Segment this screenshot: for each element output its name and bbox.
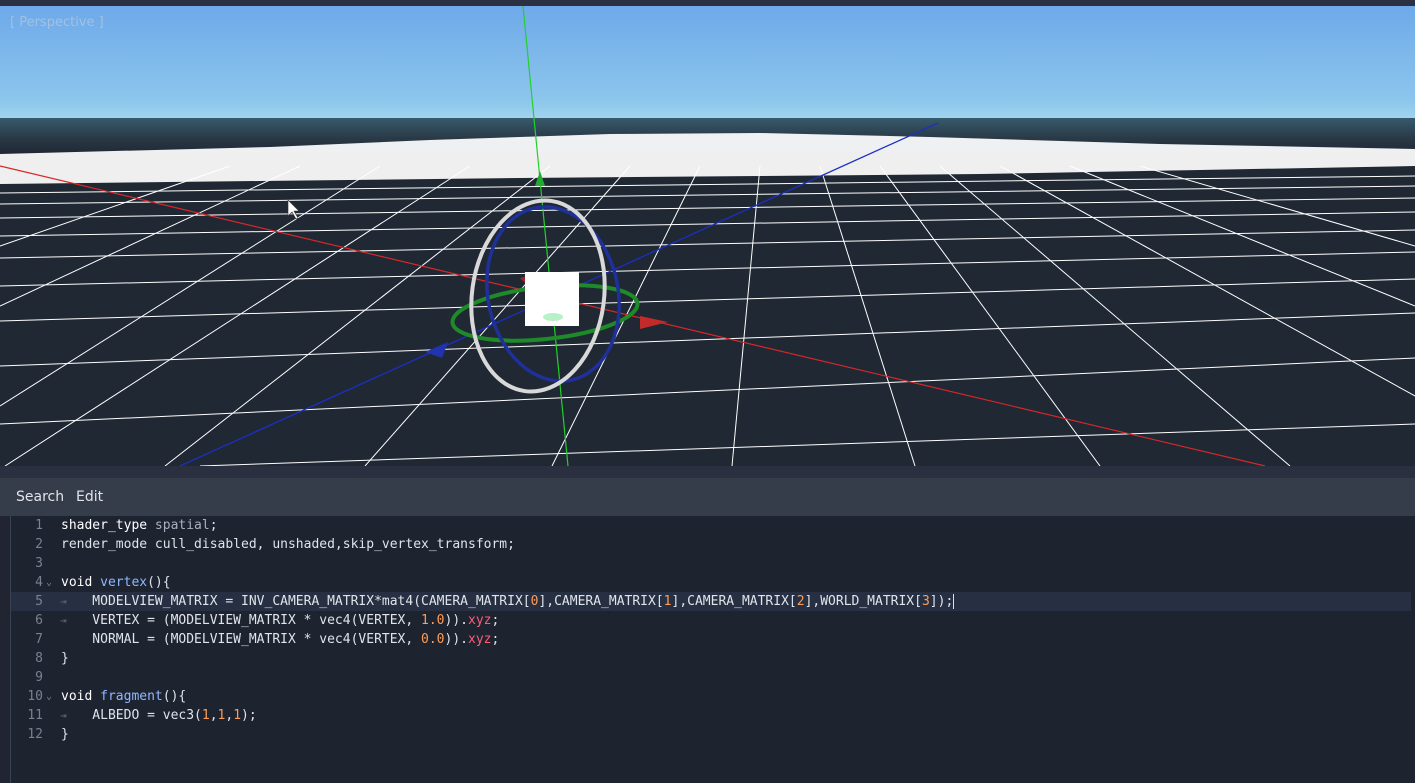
- code-token: fragment: [100, 689, 163, 704]
- code-token: ;: [491, 613, 500, 628]
- sky: [0, 6, 1415, 124]
- code-text[interactable]: }: [61, 649, 69, 668]
- code-token: NORMAL = (MODELVIEW_MATRIX * vec4(VERTEX…: [61, 632, 422, 647]
- code-text[interactable]: shader_type spatial;: [61, 516, 218, 535]
- code-token: ;: [209, 518, 218, 533]
- code-line[interactable]: 1 shader_type spatial;: [11, 516, 1411, 535]
- code-line[interactable]: 4 ⌄ void vertex(){: [11, 573, 1411, 592]
- 3d-viewport[interactable]: [ Perspective ]: [0, 6, 1415, 466]
- code-token: shader_type: [61, 518, 155, 533]
- shader-editor-menubar: Search Edit: [0, 478, 1415, 516]
- code-token: ALBEDO = vec3(: [61, 708, 202, 723]
- code-token: ],CAMERA_MATRIX[: [538, 594, 664, 609]
- code-text[interactable]: void vertex(){: [61, 573, 171, 592]
- line-number: 2: [35, 537, 43, 552]
- code-token: )).: [444, 613, 468, 628]
- code-line[interactable]: 3: [11, 554, 1411, 573]
- line-number: 3: [35, 556, 43, 571]
- code-text[interactable]: ALBEDO = vec3(1,1,1);: [61, 706, 257, 725]
- code-token: MODELVIEW_MATRIX = INV_CAMERA_MATRIX*mat…: [61, 594, 531, 609]
- code-token: void: [61, 575, 101, 590]
- code-text[interactable]: NORMAL = (MODELVIEW_MATRIX * vec4(VERTEX…: [61, 630, 499, 649]
- code-token: vertex: [100, 575, 148, 590]
- code-token: void: [61, 689, 101, 704]
- code-token: )).: [444, 632, 468, 647]
- fold-arrow-icon[interactable]: ⌄: [46, 573, 52, 592]
- line-number: 10: [27, 689, 43, 704]
- code-token: }: [61, 727, 69, 742]
- code-text[interactable]: }: [61, 725, 69, 744]
- code-token: ],CAMERA_MATRIX[: [671, 594, 797, 609]
- code-line[interactable]: 6 ⇥ VERTEX = (MODELVIEW_MATRIX * vec4(VER…: [11, 611, 1411, 630]
- code-token: ],WORLD_MATRIX[: [804, 594, 922, 609]
- code-token: (){: [147, 575, 171, 590]
- viewport-scene[interactable]: [0, 6, 1415, 466]
- code-line[interactable]: 7 NORMAL = (MODELVIEW_MATRIX * vec4(VERT…: [11, 630, 1411, 649]
- line-number: 12: [27, 727, 43, 742]
- code-line[interactable]: 8}: [11, 649, 1411, 668]
- panel-splitter[interactable]: [0, 466, 1415, 478]
- line-number: 5: [35, 594, 43, 609]
- code-token: 3: [921, 594, 930, 609]
- code-line[interactable]: 12}: [11, 725, 1411, 744]
- code-token: 0.0: [421, 632, 445, 647]
- code-token: spatial: [154, 518, 210, 533]
- code-text[interactable]: render_mode cull_disabled, unshaded,skip…: [61, 535, 515, 554]
- code-token: (){: [162, 689, 187, 704]
- code-token: 1: [233, 708, 242, 723]
- floor: [0, 152, 1415, 466]
- line-number: 4: [35, 575, 43, 590]
- menu-edit[interactable]: Edit: [76, 489, 103, 505]
- line-number: 8: [35, 651, 43, 666]
- code-text[interactable]: VERTEX = (MODELVIEW_MATRIX * vec4(VERTEX…: [61, 611, 499, 630]
- viewport-perspective-label[interactable]: [ Perspective ]: [10, 15, 104, 30]
- code-token: 1: [201, 708, 210, 723]
- code-token: ]);: [929, 594, 954, 609]
- code-line[interactable]: 11 ⇥ ALBEDO = vec3(1,1,1);: [11, 706, 1411, 725]
- cube-pivot-marker: [543, 313, 563, 321]
- code-token: }: [61, 651, 69, 666]
- code-line[interactable]: 9: [11, 668, 1411, 687]
- menu-search[interactable]: Search: [16, 489, 64, 505]
- code-token: 2: [796, 594, 805, 609]
- code-line[interactable]: 2 render_mode cull_disabled, unshaded,ski…: [11, 535, 1411, 554]
- code-token: xyz: [468, 613, 492, 628]
- line-number: 6: [35, 613, 43, 628]
- code-token: );: [241, 708, 257, 723]
- code-token: xyz: [468, 632, 492, 647]
- code-line[interactable]: 10 ⌄ void fragment(){: [11, 687, 1411, 706]
- line-number: 9: [35, 670, 43, 685]
- code-token: render_mode cull_disabled, unshaded,skip…: [61, 537, 515, 552]
- code-text[interactable]: MODELVIEW_MATRIX = INV_CAMERA_MATRIX*mat…: [61, 592, 955, 611]
- code-token: ;: [491, 632, 500, 647]
- text-caret: [953, 594, 955, 609]
- code-token: VERTEX = (MODELVIEW_MATRIX * vec4(VERTEX…: [61, 613, 422, 628]
- fold-arrow-icon[interactable]: ⌄: [46, 687, 52, 706]
- code-text[interactable]: void fragment(){: [61, 687, 186, 706]
- line-number: 11: [27, 708, 43, 723]
- code-editor[interactable]: 1 shader_type spatial; 2 render_mode cull_d…: [10, 516, 1415, 783]
- code-token: 1: [663, 594, 672, 609]
- line-number: 1: [35, 518, 43, 533]
- code-token: ,: [209, 708, 218, 723]
- code-line[interactable]: 5 ⇥ MODELVIEW_MATRIX = INV_CAMERA_MATRIX*…: [11, 592, 1411, 611]
- code-token: 1.0: [421, 613, 445, 628]
- line-number: 7: [35, 632, 43, 647]
